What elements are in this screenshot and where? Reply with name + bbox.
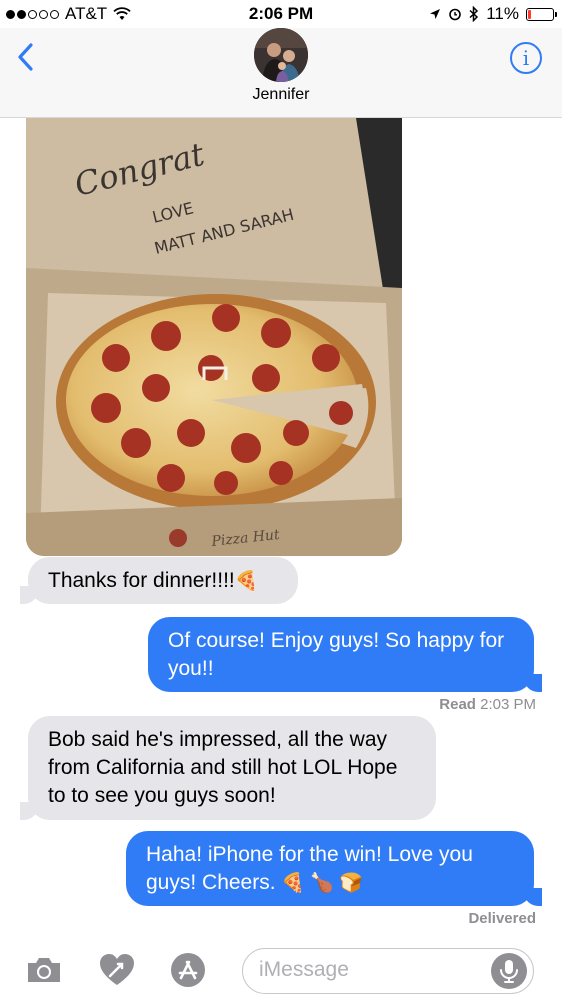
message-text: Of course! Enjoy guys! So happy for you!… — [168, 629, 505, 680]
received-message-bubble[interactable]: Thanks for dinner!!!!🍕 — [28, 557, 298, 604]
message-input[interactable] — [259, 949, 479, 991]
food-emoji: 🍕 🍗 🍞 — [281, 873, 363, 894]
bluetooth-icon — [469, 6, 479, 22]
location-icon — [430, 9, 441, 19]
read-label: Read — [439, 696, 476, 713]
message-input-field[interactable] — [242, 948, 534, 994]
read-time: 2:03 PM — [480, 696, 536, 713]
delivered-status: Delivered — [468, 910, 536, 927]
alarm-icon — [449, 8, 462, 21]
digital-touch-icon[interactable] — [98, 952, 136, 988]
message-input-bar — [0, 940, 562, 1000]
message-text: Thanks for dinner!!!! — [48, 569, 235, 592]
read-receipt: Read 2:03 PM — [439, 696, 536, 713]
contact-avatar[interactable] — [254, 28, 308, 82]
sent-message-bubble[interactable]: Haha! iPhone for the win! Love you guys!… — [126, 831, 534, 906]
message-text: Bob said he's impressed, all the way fro… — [48, 728, 398, 807]
pizza-emoji: 🍕 — [234, 571, 259, 592]
info-icon[interactable]: i — [510, 42, 542, 74]
sent-message-bubble[interactable]: Of course! Enjoy guys! So happy for you!… — [148, 617, 534, 692]
microphone-icon[interactable] — [491, 953, 527, 989]
battery-percent: 11% — [486, 4, 519, 23]
status-bar: AT&T 2:06 PM 11% — [0, 0, 562, 28]
battery-icon — [526, 7, 557, 21]
camera-icon[interactable] — [26, 956, 62, 984]
photo-message[interactable]: Congrat LOVE MATT AND SARAH Pizza Hut — [26, 118, 402, 556]
chevron-left-icon[interactable] — [14, 42, 38, 72]
status-right: 11% — [429, 4, 557, 24]
app-store-icon[interactable] — [170, 952, 206, 988]
contact-name[interactable]: Jennifer — [0, 86, 562, 104]
conversation-header: Jennifer i — [0, 28, 562, 118]
received-message-bubble[interactable]: Bob said he's impressed, all the way fro… — [28, 716, 436, 820]
